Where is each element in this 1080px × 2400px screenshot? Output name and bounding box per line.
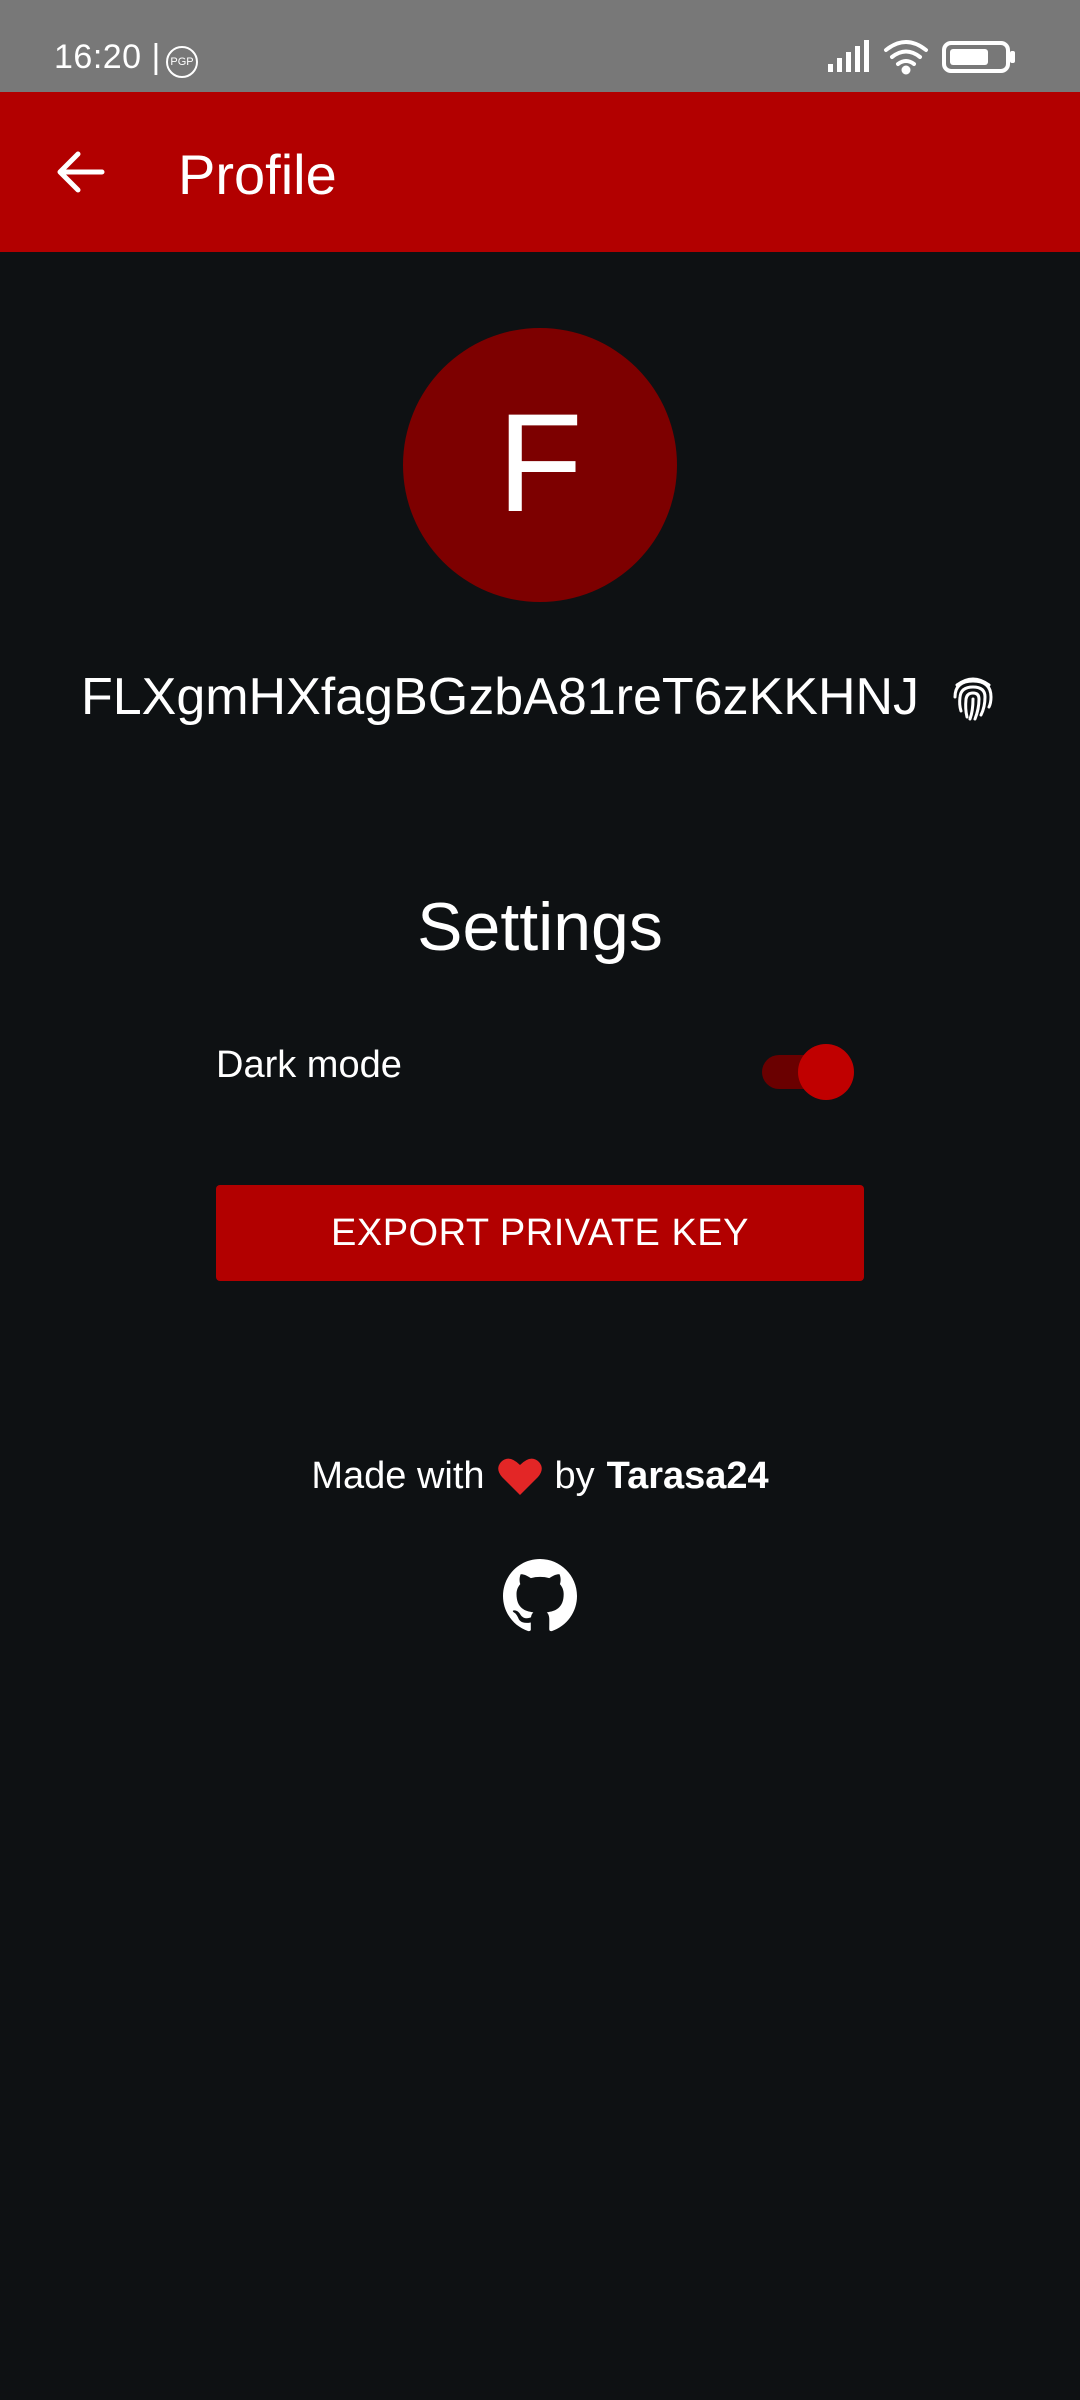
signal-icon: [828, 40, 869, 72]
dark-mode-toggle[interactable]: [762, 1038, 854, 1100]
status-time: 16:20 |: [54, 38, 161, 76]
settings-heading: Settings: [417, 889, 663, 965]
public-key-text: FLXgmHXfagBGzbA81reT6zKKHNJ: [80, 668, 920, 726]
by-text: by: [554, 1454, 595, 1497]
fingerprint-icon[interactable]: [947, 671, 999, 723]
toggle-thumb: [798, 1044, 854, 1100]
heart-icon: [497, 1458, 542, 1495]
wifi-icon: [884, 40, 928, 75]
public-key-row: FLXgmHXfagBGzbA81reT6zKKHNJ: [0, 662, 1080, 732]
page-title: Profile: [178, 143, 337, 206]
dark-mode-label: Dark mode: [216, 1044, 402, 1086]
author-name[interactable]: Tarasa24: [607, 1455, 769, 1498]
status-bar: 16:20 | PGP: [0, 0, 1080, 92]
app-bar: Profile: [0, 92, 1080, 252]
battery-icon: [942, 41, 1015, 73]
avatar-letter: F: [497, 384, 583, 541]
pgp-notification-icon: PGP: [166, 46, 198, 78]
github-link[interactable]: [500, 1556, 580, 1636]
made-with-text: Made with: [311, 1454, 485, 1497]
avatar: F: [403, 328, 677, 602]
back-button[interactable]: [32, 124, 128, 220]
dark-mode-setting: Dark mode: [216, 1030, 864, 1100]
status-icons: [828, 40, 1015, 75]
arrow-back-icon: [57, 151, 105, 193]
github-icon: [503, 1559, 577, 1632]
footer-credit: Made with by Tarasa24: [0, 1448, 1080, 1504]
export-private-key-button[interactable]: EXPORT PRIVATE KEY: [216, 1185, 864, 1281]
